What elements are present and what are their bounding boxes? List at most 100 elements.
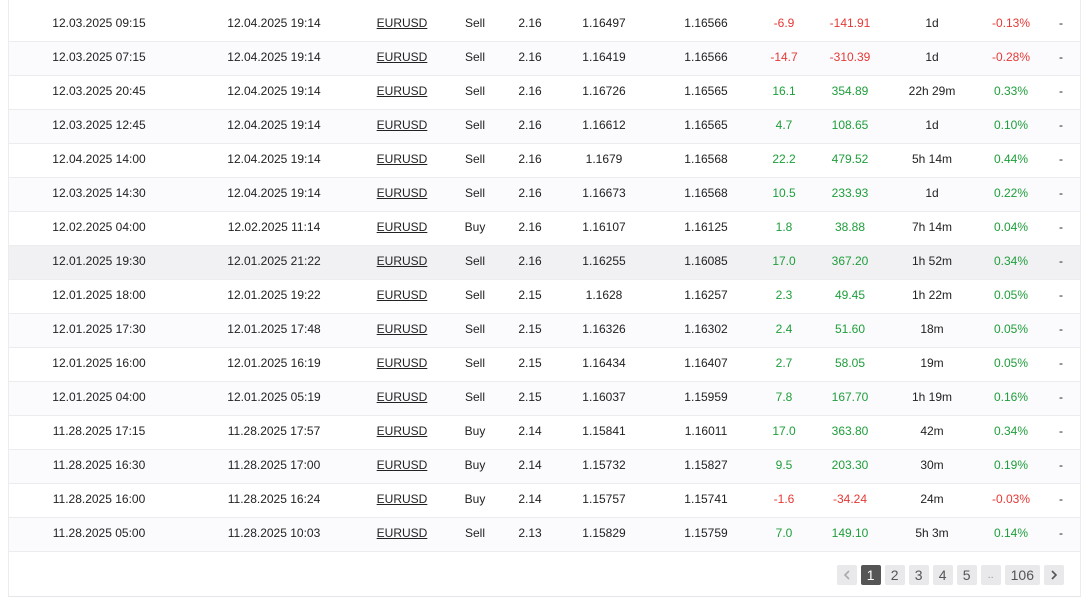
volume-cell: 2.16 — [518, 254, 542, 268]
close-time-cell: 12.04.2025 19:14 — [227, 84, 321, 98]
open-time-cell: 12.03.2025 20:45 — [52, 84, 146, 98]
prev-page-button[interactable] — [836, 565, 857, 585]
symbol-link[interactable]: EURUSD — [377, 518, 428, 551]
extra-cell: - — [1059, 458, 1063, 472]
close-price-cell: 1.16085 — [684, 254, 728, 268]
close-time-cell: 12.04.2025 19:14 — [227, 16, 321, 30]
duration-cell: 5h 3m — [915, 526, 949, 540]
volume-cell: 2.16 — [518, 152, 542, 166]
open-time-cell: 12.01.2025 17:30 — [52, 322, 146, 336]
trade-type-cell: Sell — [464, 254, 486, 268]
duration-cell: 1d — [925, 16, 939, 30]
symbol-link[interactable]: EURUSD — [377, 314, 428, 347]
extra-cell: - — [1059, 322, 1063, 336]
duration-cell: 24m — [920, 492, 944, 506]
symbol-link[interactable]: EURUSD — [377, 348, 428, 381]
volume-cell: 2.16 — [518, 84, 542, 98]
page-button-2[interactable]: 2 — [884, 565, 905, 585]
symbol-link[interactable]: EURUSD — [377, 42, 428, 75]
extra-cell: - — [1059, 288, 1063, 302]
extra-cell: - — [1059, 186, 1063, 200]
gain-cell: 0.16% — [993, 390, 1029, 404]
table-row: 12.03.2025 09:15 12.04.2025 19:14 EURUSD Se… — [9, 8, 1080, 42]
symbol-link[interactable]: EURUSD — [377, 416, 428, 449]
duration-cell: 42m — [920, 424, 944, 438]
close-time-cell: 12.04.2025 19:14 — [227, 118, 321, 132]
page-button-3[interactable]: 3 — [908, 565, 929, 585]
gain-cell: 0.34% — [993, 424, 1029, 438]
symbol-link[interactable]: EURUSD — [377, 144, 428, 177]
volume-cell: 2.14 — [518, 492, 542, 506]
duration-cell: 1d — [925, 186, 939, 200]
table-row: 12.03.2025 12:45 12.04.2025 19:14 EURUSD Se… — [9, 110, 1080, 144]
pagination-ellipsis: .. — [980, 565, 1001, 585]
symbol-link[interactable]: EURUSD — [377, 76, 428, 109]
open-time-cell: 12.01.2025 04:00 — [52, 390, 146, 404]
trade-type-cell: Buy — [464, 220, 486, 234]
pips-cell: -1.6 — [773, 492, 795, 506]
open-time-cell: 12.03.2025 09:15 — [52, 16, 146, 30]
symbol-link[interactable]: EURUSD — [377, 212, 428, 245]
table-row: 11.28.2025 17:15 11.28.2025 17:57 EURUSD Bu… — [9, 416, 1080, 450]
duration-cell: 18m — [920, 322, 944, 336]
trade-type-cell: Sell — [464, 356, 486, 370]
profit-cell: 38.88 — [834, 220, 866, 234]
symbol-link[interactable]: EURUSD — [377, 178, 428, 211]
close-time-cell: 12.01.2025 21:22 — [227, 254, 321, 268]
page-button-1[interactable]: 1 — [860, 565, 881, 585]
symbol-link[interactable]: EURUSD — [377, 8, 428, 41]
profit-cell: -34.24 — [832, 492, 868, 506]
open-price-cell: 1.16326 — [582, 322, 626, 336]
next-page-button[interactable] — [1044, 565, 1064, 585]
open-time-cell: 12.01.2025 19:30 — [52, 254, 146, 268]
close-price-cell: 1.16568 — [684, 186, 728, 200]
pips-cell: 7.8 — [775, 390, 793, 404]
volume-cell: 2.16 — [518, 50, 542, 64]
trade-type-cell: Sell — [464, 322, 486, 336]
pips-cell: 10.5 — [772, 186, 796, 200]
page-button-4[interactable]: 4 — [932, 565, 953, 585]
extra-cell: - — [1059, 118, 1063, 132]
close-time-cell: 12.04.2025 19:14 — [227, 186, 321, 200]
symbol-link[interactable]: EURUSD — [377, 450, 428, 483]
close-price-cell: 1.15959 — [684, 390, 728, 404]
symbol-link[interactable]: EURUSD — [377, 382, 428, 415]
duration-cell: 1h 19m — [911, 390, 953, 404]
table-row: 12.03.2025 20:45 12.04.2025 19:14 EURUSD Se… — [9, 76, 1080, 110]
duration-cell: 5h 14m — [911, 152, 953, 166]
open-time-cell: 12.01.2025 16:00 — [52, 356, 146, 370]
close-time-cell: 11.28.2025 17:57 — [227, 424, 321, 438]
pips-cell: 17.0 — [772, 254, 796, 268]
trade-type-cell: Sell — [464, 84, 486, 98]
chevron-left-icon — [843, 570, 850, 580]
page-button-5[interactable]: 5 — [956, 565, 977, 585]
open-price-cell: 1.1628 — [585, 288, 623, 302]
extra-cell: - — [1059, 254, 1063, 268]
volume-cell: 2.14 — [518, 424, 542, 438]
close-price-cell: 1.15741 — [684, 492, 728, 506]
extra-cell: - — [1059, 152, 1063, 166]
trade-type-cell: Buy — [464, 458, 486, 472]
close-price-cell: 1.16565 — [684, 84, 728, 98]
table-row: 12.03.2025 07:15 12.04.2025 19:14 EURUSD Se… — [9, 42, 1080, 76]
close-price-cell: 1.15827 — [684, 458, 728, 472]
close-price-cell: 1.16302 — [684, 322, 728, 336]
volume-cell: 2.16 — [518, 16, 542, 30]
table-row: 12.04.2025 14:00 12.04.2025 19:14 EURUSD Se… — [9, 144, 1080, 178]
close-time-cell: 12.04.2025 19:14 — [227, 152, 321, 166]
trade-type-cell: Sell — [464, 186, 486, 200]
table-row: 12.02.2025 04:00 12.02.2025 11:14 EURUSD Bu… — [9, 212, 1080, 246]
pips-cell: -14.7 — [770, 50, 798, 64]
open-time-cell: 11.28.2025 16:00 — [52, 492, 146, 506]
profit-cell: 367.20 — [831, 254, 869, 268]
table-row: 12.01.2025 17:30 12.01.2025 17:48 EURUSD Se… — [9, 314, 1080, 348]
page-button-last[interactable]: 106 — [1004, 565, 1040, 585]
symbol-link[interactable]: EURUSD — [377, 110, 428, 143]
symbol-link[interactable]: EURUSD — [377, 484, 428, 517]
open-price-cell: 1.15841 — [582, 424, 626, 438]
extra-cell: - — [1059, 526, 1063, 540]
close-price-cell: 1.16568 — [684, 152, 728, 166]
symbol-link[interactable]: EURUSD — [377, 280, 428, 313]
close-price-cell: 1.16565 — [684, 118, 728, 132]
symbol-link[interactable]: EURUSD — [377, 246, 428, 279]
